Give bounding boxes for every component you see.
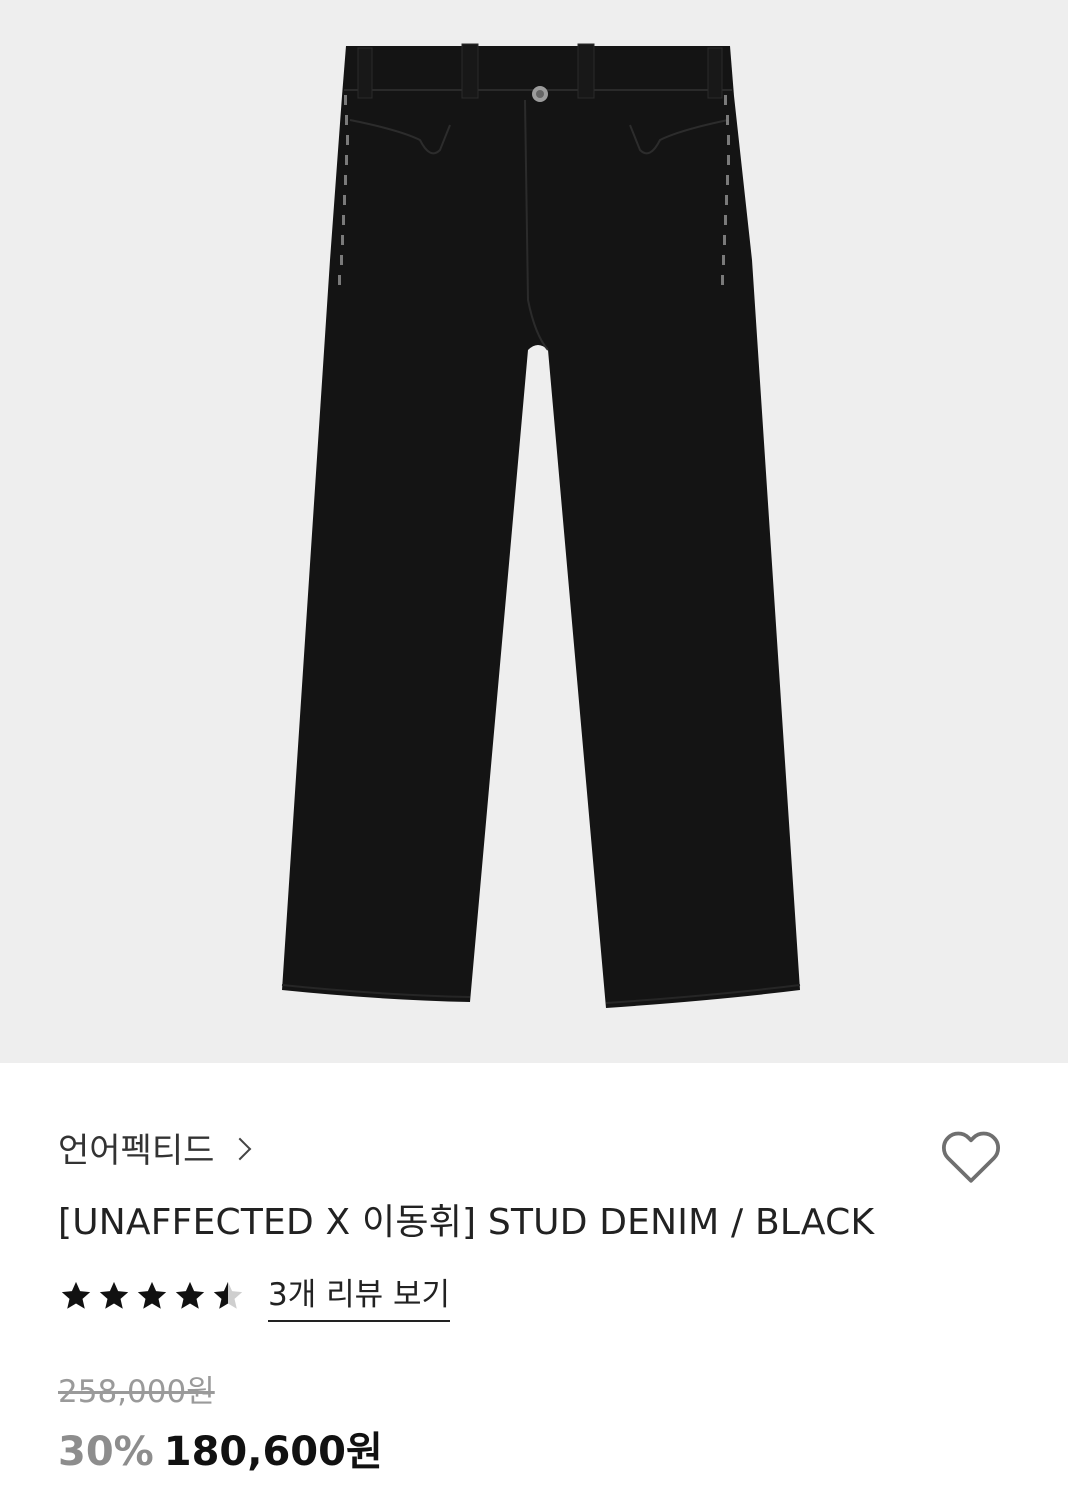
rating-row: 3개 리뷰 보기 [58,1269,451,1322]
product-title: [UNAFFECTED X 이동휘] STUD DENIM / BLACK [58,1202,875,1243]
heart-outline-icon [941,1131,1001,1183]
product-info: 언어펙티드 [UNAFFECTED X 이동휘] STUD DENIM / BL… [0,1063,1068,1500]
half-star-icon [213,1281,243,1309]
star-icon [99,1281,129,1309]
wishlist-button[interactable] [936,1121,1006,1191]
product-image [0,0,1068,1063]
discount-rate: 30% [58,1429,154,1475]
jeans-image [281,43,801,1008]
review-link[interactable]: 3개 리뷰 보기 [268,1269,451,1322]
star-icon [175,1281,205,1309]
sale-price: 180,600원 [163,1429,383,1475]
rating-stars [58,1279,246,1313]
original-price: 258,000원 [58,1374,215,1410]
brand-link[interactable]: 언어펙티드 [58,1123,252,1172]
chevron-right-icon [229,1137,252,1160]
star-icon [137,1281,167,1309]
price-row: 30% 180,600원 [58,1419,383,1477]
star-icon [61,1281,91,1309]
brand-name: 언어펙티드 [58,1131,215,1171]
